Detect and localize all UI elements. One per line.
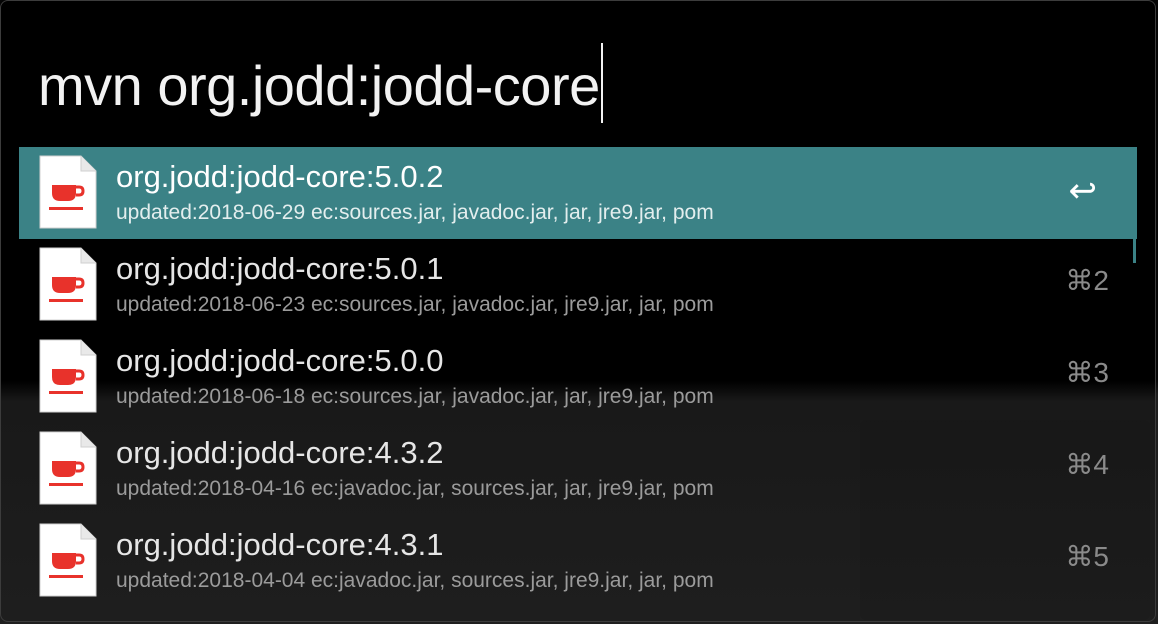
java-file-icon (39, 155, 97, 229)
java-file-icon (39, 523, 97, 597)
result-title: org.jodd:jodd-core:5.0.0 (116, 343, 444, 378)
java-file-icon (39, 339, 97, 413)
result-item[interactable]: org.jodd:jodd-core:5.0.1 updated:2018-06… (19, 239, 1137, 331)
result-item[interactable]: org.jodd:jodd-core:5.0.0 updated:2018-06… (19, 331, 1137, 423)
shortcut-hint: ⌘2 (1065, 265, 1109, 296)
search-query-text: mvn org.jodd:jodd-core (38, 54, 600, 117)
result-subtitle: updated:2018-04-16 ec:javadoc.jar, sourc… (116, 477, 714, 500)
result-title: org.jodd:jodd-core:4.3.2 (116, 435, 444, 470)
shortcut-hint: ⌘5 (1065, 541, 1109, 572)
text-caret (600, 43, 603, 123)
result-item[interactable]: org.jodd:jodd-core:4.3.1 updated:2018-04… (19, 515, 1137, 607)
result-subtitle: updated:2018-06-29 ec:sources.jar, javad… (116, 201, 714, 224)
shortcut-hint: ⌘4 (1065, 449, 1109, 480)
search-input[interactable]: mvn org.jodd:jodd-core (38, 43, 603, 123)
search-bar[interactable]: mvn org.jodd:jodd-core (1, 1, 1141, 147)
results-list: org.jodd:jodd-core:5.0.2 updated:2018-06… (19, 147, 1137, 607)
result-title: org.jodd:jodd-core:5.0.2 (116, 159, 444, 194)
return-key-icon: ↩ (1068, 172, 1098, 210)
result-title: org.jodd:jodd-core:5.0.1 (116, 251, 444, 286)
java-file-icon (39, 247, 97, 321)
result-subtitle: updated:2018-04-04 ec:javadoc.jar, sourc… (116, 569, 714, 592)
result-title: org.jodd:jodd-core:4.3.1 (116, 527, 444, 562)
java-file-icon (39, 431, 97, 505)
launcher-window: mvn org.jodd:jodd-core org.jodd:jodd-cor… (0, 0, 1156, 622)
result-item[interactable]: org.jodd:jodd-core:4.3.2 updated:2018-04… (19, 423, 1137, 515)
shortcut-hint: ⌘3 (1065, 357, 1109, 388)
result-subtitle: updated:2018-06-23 ec:sources.jar, javad… (116, 293, 714, 316)
result-subtitle: updated:2018-06-18 ec:sources.jar, javad… (116, 385, 714, 408)
result-item[interactable]: org.jodd:jodd-core:5.0.2 updated:2018-06… (19, 147, 1137, 239)
